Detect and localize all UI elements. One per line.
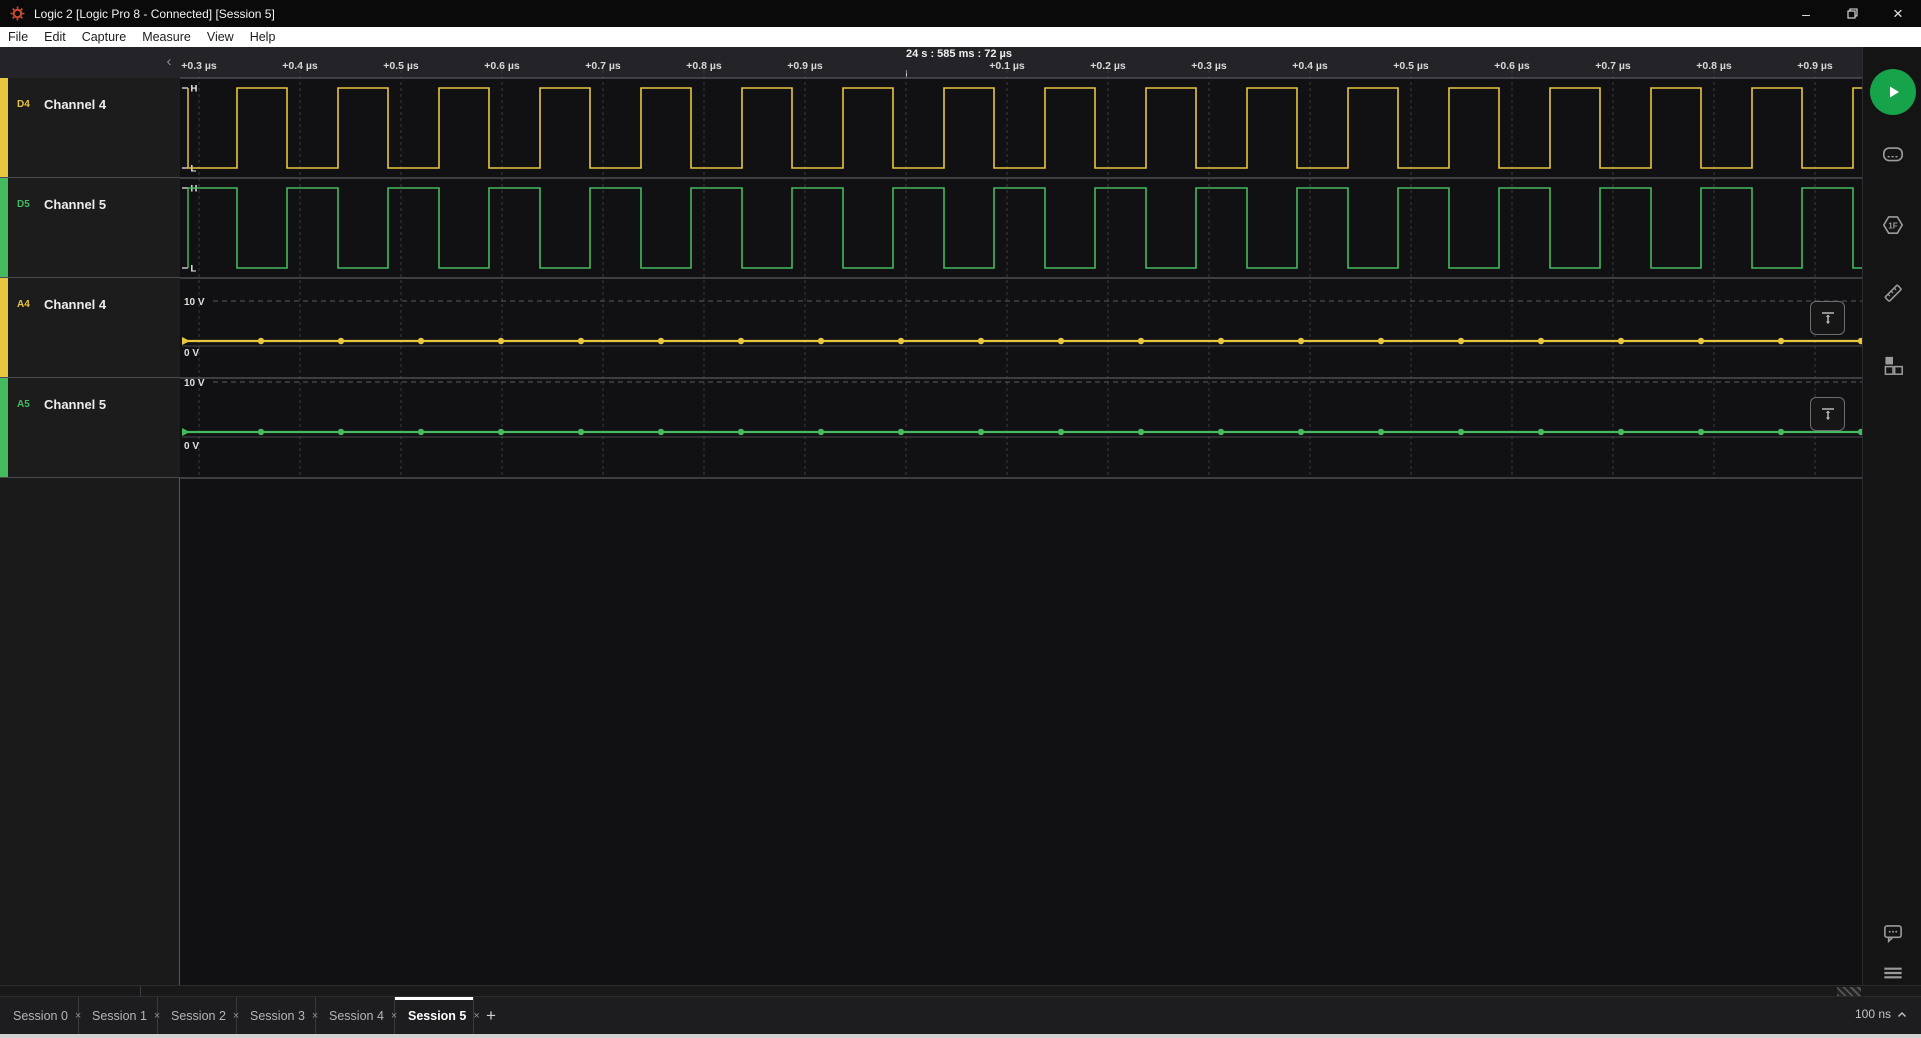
channel-id-badge: D5 [17,199,30,210]
channel-color-strip [0,78,8,177]
svg-text:L: L [191,164,197,175]
analog-scale-button-a4[interactable] [1810,301,1845,335]
scrollbar-grip[interactable] [1837,987,1861,996]
menu-item-file[interactable]: File [0,27,36,47]
session-tab-0[interactable]: Session 0× [0,997,79,1034]
main-menu-icon[interactable] [1880,960,1906,986]
svg-text:H: H [191,184,198,195]
restore-button[interactable] [1829,0,1875,27]
svg-text:0 V: 0 V [184,441,199,452]
menu-item-capture[interactable]: Capture [74,27,134,47]
waveform-plot[interactable]: HLHL10 V0 V10 V0 V [180,70,1862,479]
channel-label-column: D4 Channel 4 D5 Channel 5 A4 Channel 4 A5 Chann… [0,78,180,985]
device-settings-icon[interactable] [1880,141,1906,167]
chevron-up-icon [1897,1011,1907,1018]
svg-text:0 V: 0 V [184,348,199,359]
window-controls: – × [1783,0,1921,27]
fit-vertical-scale-icon [1819,309,1837,327]
session-tab-label: Session 2 [171,1009,226,1023]
collapse-panel-chevron-icon[interactable]: ‹ [160,52,178,70]
session-tab-2[interactable]: Session 2× [158,997,237,1034]
feedback-icon[interactable] [1880,920,1906,946]
title-bar: Logic 2 [Logic Pro 8 - Connected] [Sessi… [0,0,1921,27]
session-tab-3[interactable]: Session 3× [237,997,316,1034]
extensions-icon[interactable] [1880,352,1906,378]
svg-text:L: L [191,264,197,275]
menu-item-measure[interactable]: Measure [134,27,199,47]
channel-name-label: Channel 5 [44,197,106,212]
session-tab-label: Session 0 [13,1009,68,1023]
channel-row-a4[interactable]: A4 Channel 4 [0,278,180,378]
channel-color-strip [0,178,8,277]
channel-color-strip [0,378,8,477]
timing-marker-label: 100 ns [1855,1007,1891,1021]
channel-row-d5[interactable]: D5 Channel 5 [0,178,180,278]
session-tab-bar: Session 0×Session 1×Session 2×Session 3×… [0,997,1921,1034]
ruler-absolute-time-label: 24 s : 585 ms : 72 µs [906,48,1012,60]
menu-item-edit[interactable]: Edit [36,27,74,47]
session-tab-label: Session 1 [92,1009,147,1023]
menu-bar: FileEditCaptureMeasureViewHelp [0,27,1921,47]
analog-scale-button-a5[interactable] [1810,397,1845,431]
menu-item-view[interactable]: View [199,27,242,47]
start-capture-button[interactable] [1870,69,1916,115]
channel-id-badge: D4 [17,99,30,110]
channel-id-badge: A4 [17,299,30,310]
session-tab-5[interactable]: Session 5× [395,997,474,1034]
channel-name-label: Channel 4 [44,97,106,112]
channel-id-badge: A5 [17,399,30,410]
svg-text:10 V: 10 V [184,297,205,308]
app-window: Logic 2 [Logic Pro 8 - Connected] [Sessi… [0,0,1921,1038]
menu-item-help[interactable]: Help [242,27,284,47]
bottom-edge-strip [0,1034,1921,1038]
app-logo-icon [10,6,25,21]
channel-row-d4[interactable]: D4 Channel 4 [0,78,180,178]
channel-color-strip [0,278,8,377]
analyzers-badge: 1F [1888,221,1898,230]
svg-text:10 V: 10 V [184,378,205,389]
session-tab-label: Session 3 [250,1009,305,1023]
minimize-button[interactable]: – [1783,0,1829,27]
channel-row-a5[interactable]: A5 Channel 5 [0,378,180,478]
window-title: Logic 2 [Logic Pro 8 - Connected] [Sessi… [34,7,275,21]
session-tab-label: Session 4 [329,1009,384,1023]
fit-vertical-scale-icon [1819,405,1837,423]
session-tab-1[interactable]: Session 1× [79,997,158,1034]
timing-marker-control[interactable]: 100 ns [1855,1007,1907,1021]
play-icon [1883,82,1903,102]
session-tab-4[interactable]: Session 4× [316,997,395,1034]
analyzers-icon[interactable]: 1F [1880,212,1906,238]
svg-text:H: H [191,84,198,95]
horizontal-scrollbar[interactable] [0,985,1921,997]
close-tab-icon[interactable]: × [473,1010,479,1022]
close-button[interactable]: × [1875,0,1921,27]
right-sidebar: 1F [1862,47,1921,997]
channel-name-label: Channel 4 [44,297,106,312]
measurements-icon[interactable] [1880,280,1906,306]
channel-name-label: Channel 5 [44,397,106,412]
session-tab-label: Session 5 [408,1009,466,1023]
